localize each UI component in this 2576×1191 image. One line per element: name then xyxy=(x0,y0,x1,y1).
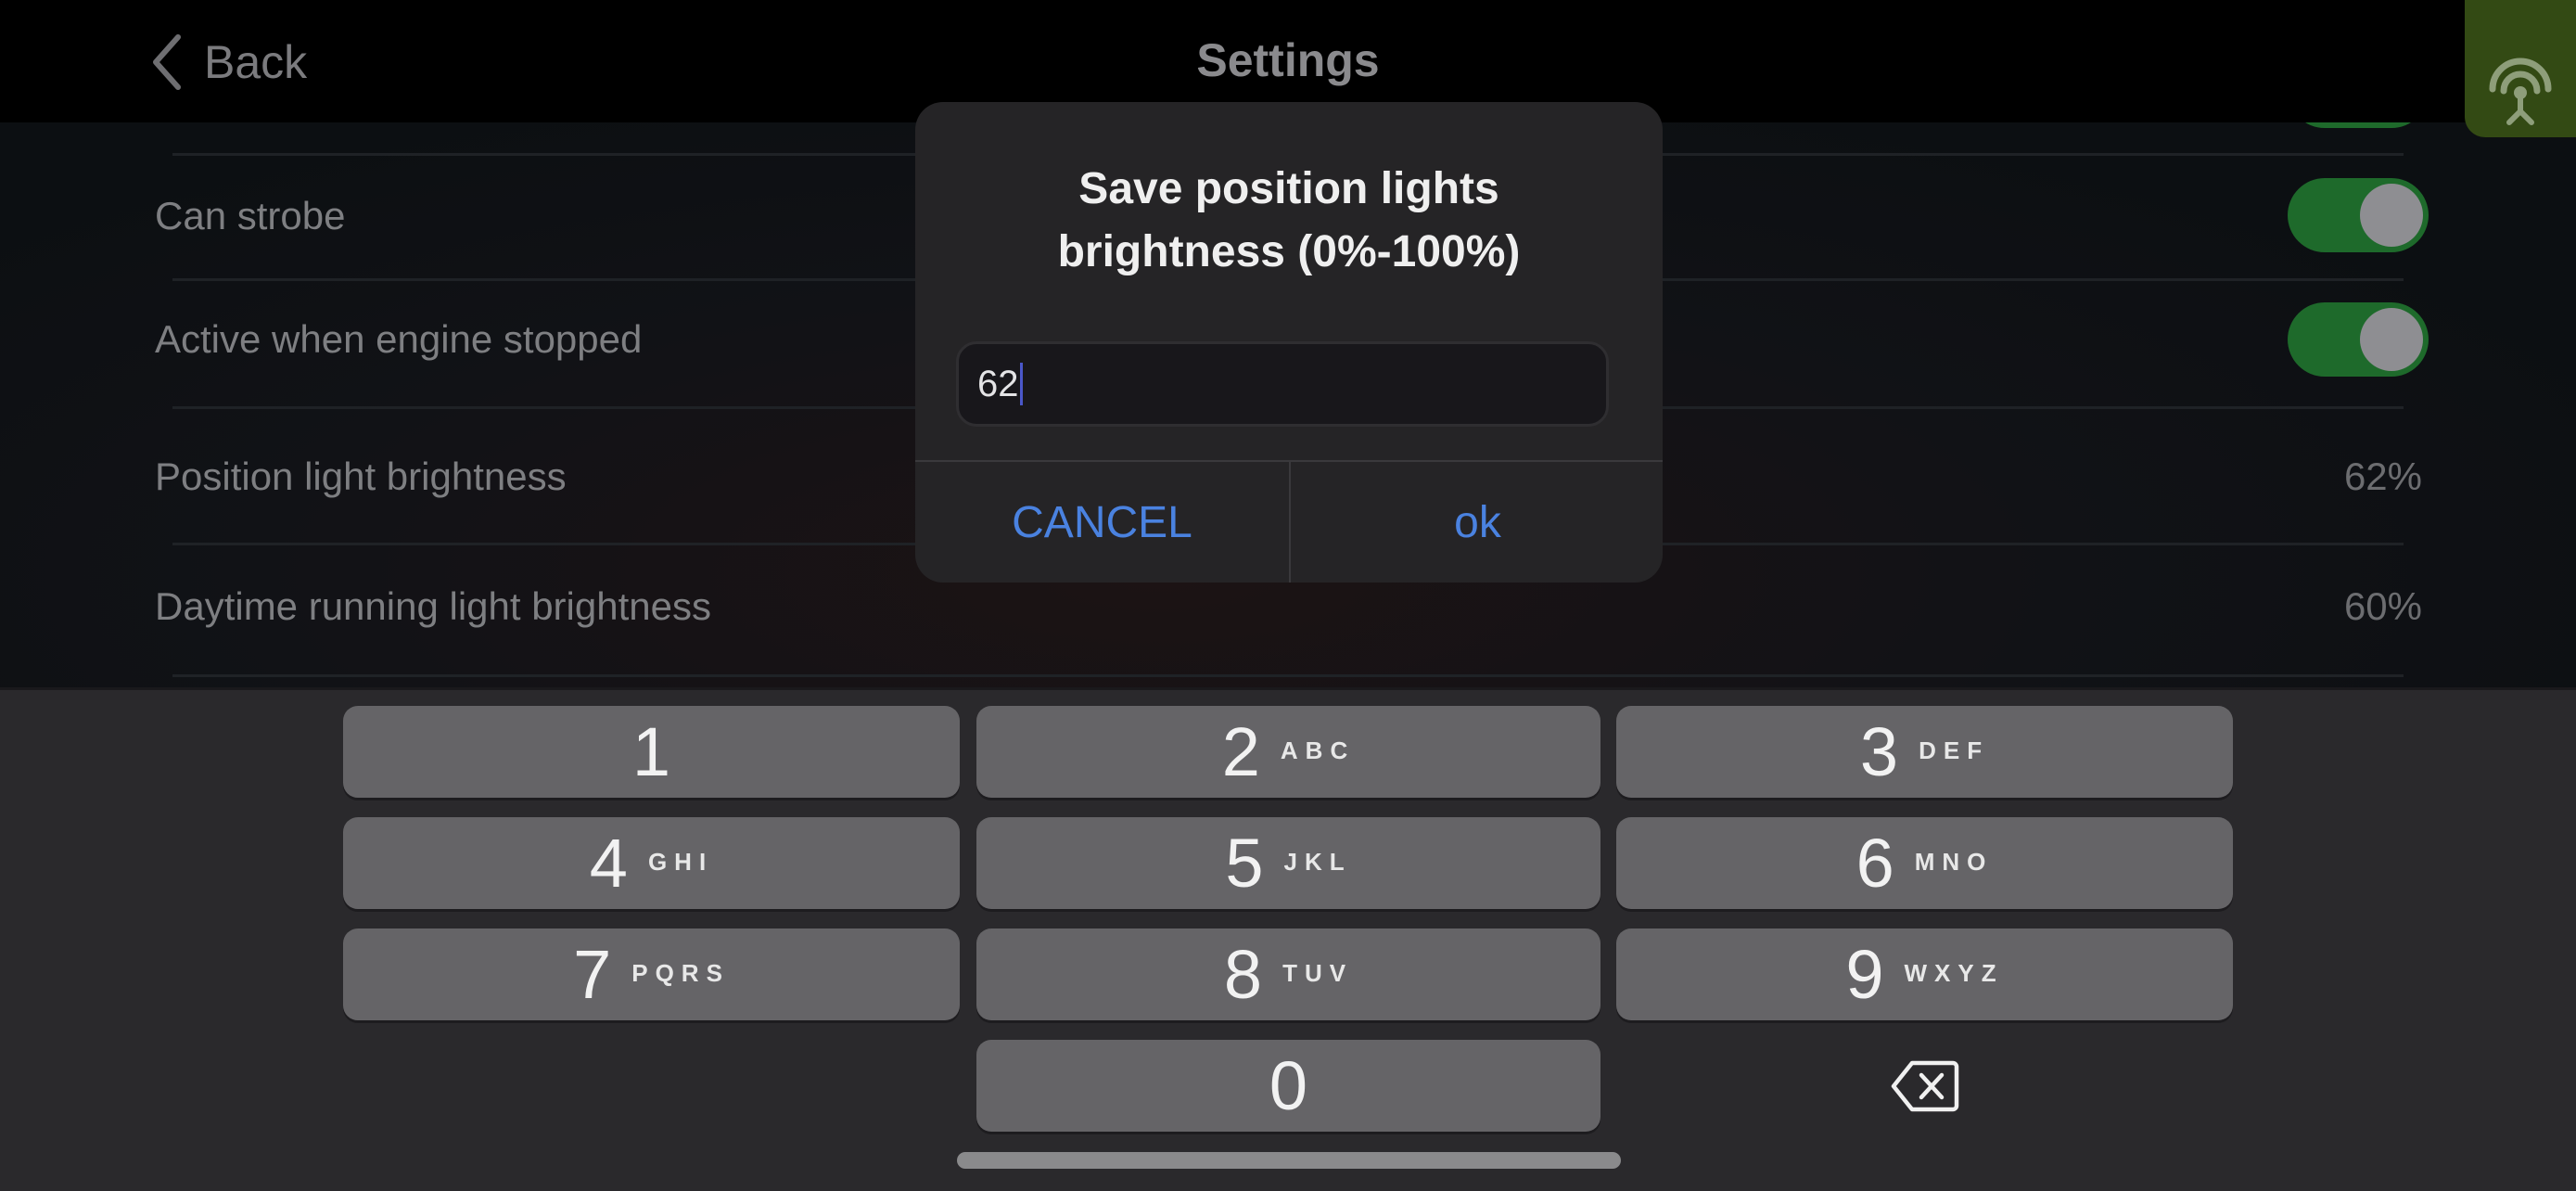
key-digit: 3 xyxy=(1859,713,1899,790)
dialog-title-line1: Save position lights xyxy=(1078,164,1499,213)
brightness-input[interactable]: 62 xyxy=(956,341,1609,427)
key-4[interactable]: 4 GHI xyxy=(343,817,960,909)
key-7[interactable]: 7 PQRS xyxy=(343,928,960,1020)
key-9[interactable]: 9 WXYZ xyxy=(1616,928,2233,1020)
key-letters: GHI xyxy=(647,848,714,876)
key-letters: DEF xyxy=(1919,736,1990,764)
antenna-signal-icon xyxy=(2489,58,2552,125)
key-letters: WXYZ xyxy=(1904,959,2004,987)
delete-key[interactable] xyxy=(1616,1040,2233,1132)
backspace-icon xyxy=(1891,1060,1958,1111)
home-indicator[interactable] xyxy=(957,1152,1621,1169)
connection-status-button[interactable] xyxy=(2465,0,2576,137)
dialog-title-line2: brightness (0%-100%) xyxy=(1057,227,1521,276)
row-label-daytime-running-light-brightness[interactable]: Daytime running light brightness xyxy=(155,584,711,629)
key-letters: ABC xyxy=(1280,736,1356,764)
row-value-daytime-running-light-brightness: 60% xyxy=(2343,584,2422,628)
key-digit: 1 xyxy=(631,713,671,790)
key-digit: 4 xyxy=(589,825,628,902)
key-letters: JKL xyxy=(1283,848,1352,876)
key-digit: 2 xyxy=(1221,713,1260,790)
key-6[interactable]: 6 MNO xyxy=(1616,817,2233,909)
brightness-input-dialog: Save position lights brightness (0%-100%… xyxy=(915,102,1663,583)
key-letters: TUV xyxy=(1282,959,1354,987)
brightness-input-value: 62 xyxy=(977,363,1019,404)
row-label-position-light-brightness[interactable]: Position light brightness xyxy=(155,455,567,499)
toggle-knob xyxy=(2360,308,2423,371)
key-1[interactable]: 1 xyxy=(343,706,960,798)
key-letters: PQRS xyxy=(631,959,730,987)
cancel-button[interactable]: CANCEL xyxy=(915,462,1289,583)
key-digit: 8 xyxy=(1223,936,1263,1013)
key-letters: MNO xyxy=(1914,848,1994,876)
key-5[interactable]: 5 JKL xyxy=(976,817,1600,909)
page-title: Settings xyxy=(1196,34,1380,86)
key-digit: 5 xyxy=(1225,825,1264,902)
key-digit: 9 xyxy=(1845,936,1884,1013)
key-digit: 7 xyxy=(573,936,612,1013)
toggle-active-engine-stopped[interactable] xyxy=(2288,302,2429,377)
row-label-active-engine-stopped: Active when engine stopped xyxy=(155,317,643,361)
key-digit: 0 xyxy=(1269,1047,1308,1124)
numeric-keypad: 1 2 ABC 3 DEF 4 GHI 5 JKL 6 MNO 7 PQRS 8 TUV 9 WXYZ 0 xyxy=(0,687,2576,1191)
toggle-can-strobe[interactable] xyxy=(2288,178,2429,252)
key-3[interactable]: 3 DEF xyxy=(1616,706,2233,798)
key-2[interactable]: 2 ABC xyxy=(976,706,1600,798)
ok-button[interactable]: ok xyxy=(1291,462,1663,583)
key-digit: 6 xyxy=(1855,825,1894,902)
toggle-knob xyxy=(2360,184,2423,247)
key-0[interactable]: 0 xyxy=(976,1040,1600,1132)
text-caret xyxy=(1019,363,1023,405)
dialog-title: Save position lights brightness (0%-100%… xyxy=(915,158,1663,284)
row-divider xyxy=(172,674,2404,677)
key-8[interactable]: 8 TUV xyxy=(976,928,1600,1020)
row-label-can-strobe: Can strobe xyxy=(155,194,346,237)
row-value-position-light-brightness: 62% xyxy=(2343,455,2422,498)
